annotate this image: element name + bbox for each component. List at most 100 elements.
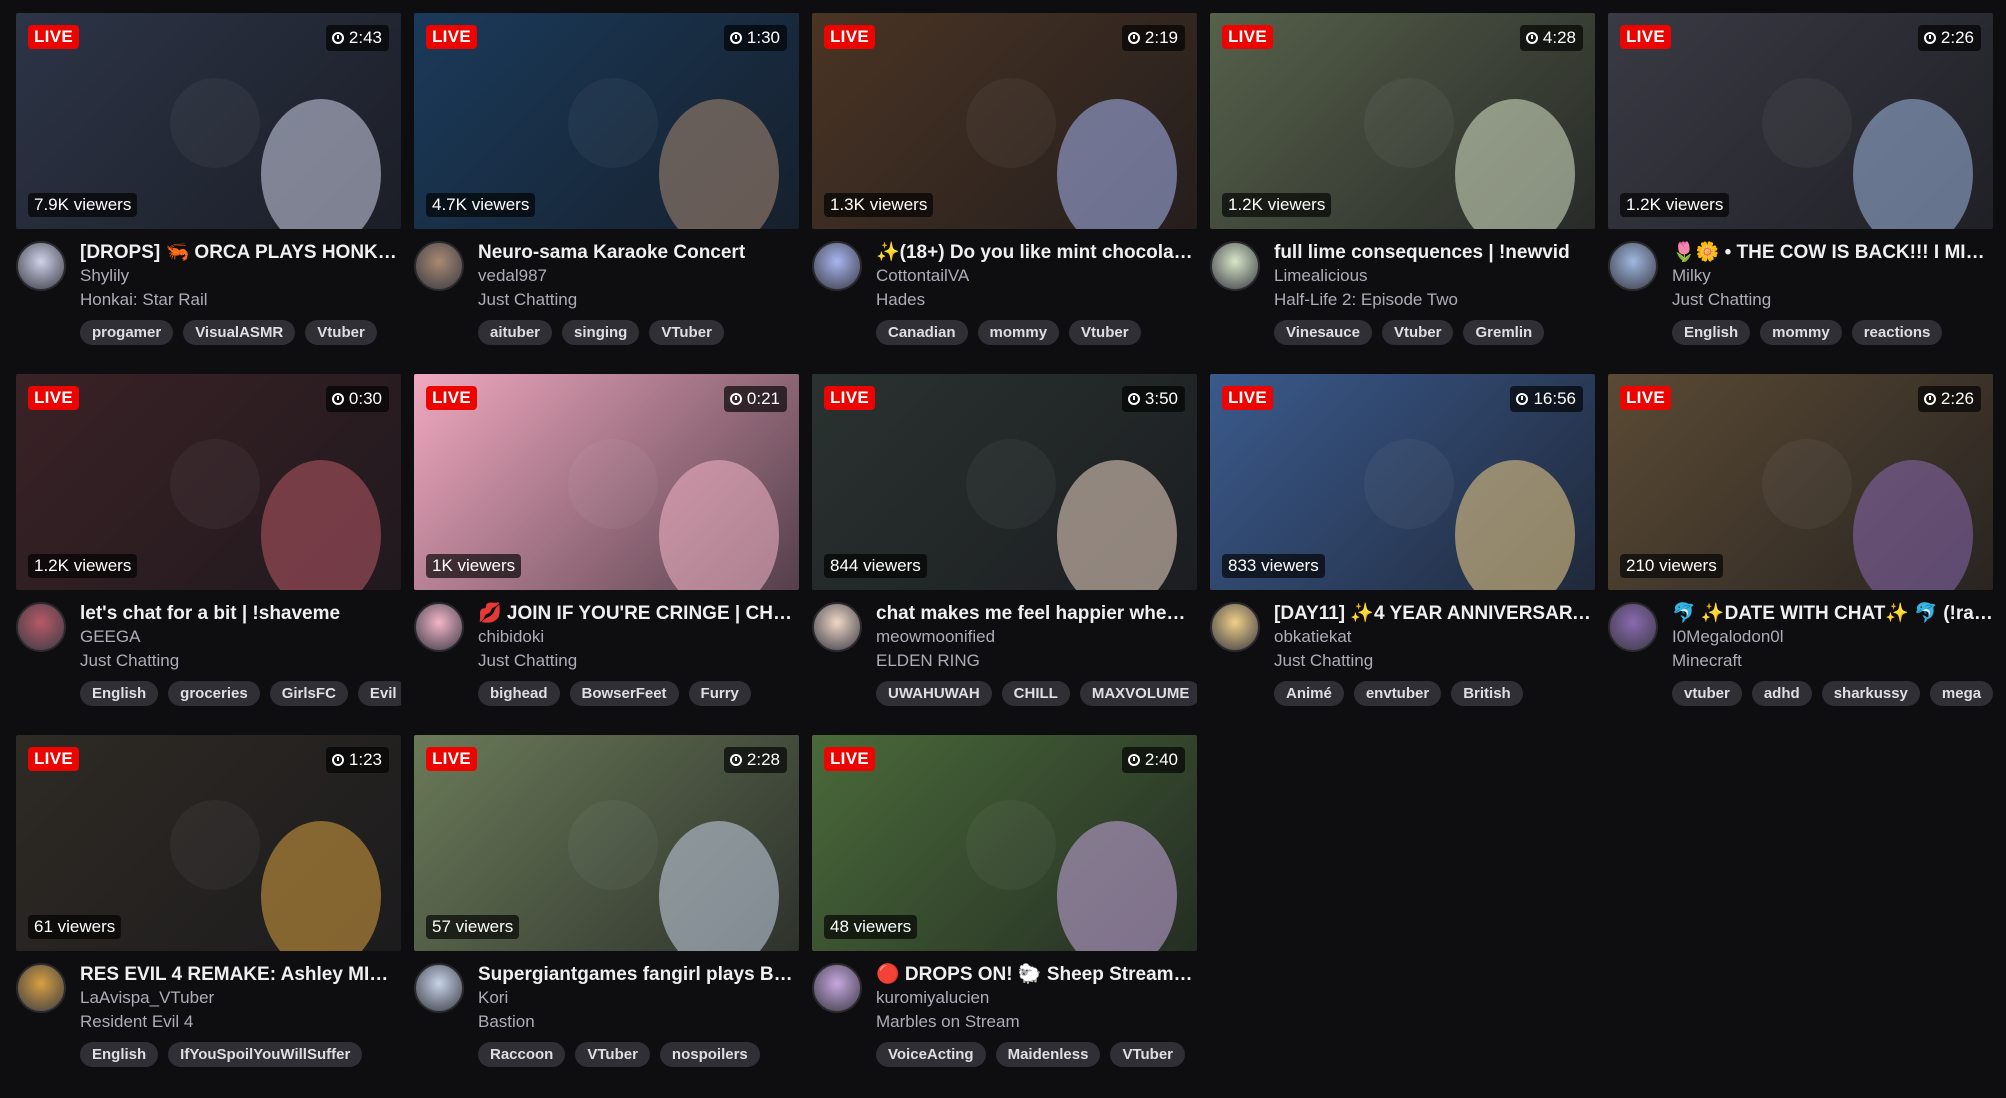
stream-thumbnail[interactable]: LIVE 0:21 1K viewers <box>414 374 799 590</box>
tag-chip[interactable]: mommy <box>1760 320 1842 345</box>
stream-card[interactable]: LIVE 2:26 1.2K viewers 🌷🌼 • THE COW IS B… <box>1608 13 1993 345</box>
tag-chip[interactable]: bighead <box>478 681 560 706</box>
game-name[interactable]: Just Chatting <box>478 650 799 672</box>
channel-name[interactable]: Shylily <box>80 265 401 287</box>
tag-chip[interactable]: progamer <box>80 320 174 345</box>
stream-card[interactable]: LIVE 0:21 1K viewers 💋 JOIN IF YOU'RE CR… <box>414 374 799 706</box>
tag-chip[interactable]: nospoilers <box>659 1042 760 1067</box>
channel-avatar[interactable] <box>16 241 66 291</box>
channel-avatar[interactable] <box>1210 241 1260 291</box>
stream-thumbnail[interactable]: LIVE 2:40 48 viewers <box>812 735 1197 951</box>
tag-chip[interactable]: VTuber <box>1110 1042 1186 1067</box>
channel-avatar[interactable] <box>812 963 862 1013</box>
tag-chip[interactable]: reactions <box>1851 320 1943 345</box>
stream-title[interactable]: full lime consequences | !newvid <box>1274 241 1595 264</box>
stream-card[interactable]: LIVE 3:50 844 viewers chat makes me feel… <box>812 374 1197 706</box>
stream-thumbnail[interactable]: LIVE 2:26 1.2K viewers <box>1608 13 1993 229</box>
channel-name[interactable]: meowmoonified <box>876 626 1197 648</box>
game-name[interactable]: Just Chatting <box>1274 650 1595 672</box>
tag-chip[interactable]: VTuber <box>575 1042 650 1067</box>
game-name[interactable]: Resident Evil 4 <box>80 1011 401 1033</box>
stream-thumbnail[interactable]: LIVE 2:26 210 viewers <box>1608 374 1993 590</box>
tag-chip[interactable]: mega <box>1929 681 1993 706</box>
tag-chip[interactable]: vtuber <box>1672 681 1742 706</box>
channel-avatar[interactable] <box>1210 602 1260 652</box>
tag-chip[interactable]: Canadian <box>876 320 968 345</box>
tag-chip[interactable]: British <box>1451 681 1523 706</box>
stream-card[interactable]: LIVE 2:43 7.9K viewers [DROPS] 🦐 ORCA PL… <box>16 13 401 345</box>
channel-avatar[interactable] <box>1608 602 1658 652</box>
game-name[interactable]: ELDEN RING <box>876 650 1197 672</box>
channel-name[interactable]: Milky <box>1672 265 1993 287</box>
stream-card[interactable]: LIVE 2:19 1.3K viewers ✨(18+) Do you lik… <box>812 13 1197 345</box>
stream-title[interactable]: Neuro-sama Karaoke Concert <box>478 241 799 264</box>
game-name[interactable]: Marbles on Stream <box>876 1011 1197 1033</box>
stream-thumbnail[interactable]: LIVE 16:56 833 viewers <box>1210 374 1595 590</box>
stream-title[interactable]: [DAY11] ✨4 YEAR ANNIVERSARY ✨ SUBATHON <box>1274 602 1595 625</box>
game-name[interactable]: Minecraft <box>1672 650 1993 672</box>
tag-chip[interactable]: GirlsFC <box>269 681 348 706</box>
tag-chip[interactable]: aituber <box>478 320 553 345</box>
stream-thumbnail[interactable]: LIVE 2:43 7.9K viewers <box>16 13 401 229</box>
game-name[interactable]: Honkai: Star Rail <box>80 289 401 311</box>
stream-title[interactable]: 🐬 ✨DATE WITH CHAT✨ 🐬 (!rave) ... <box>1672 602 1993 625</box>
tag-chip[interactable]: Vinesauce <box>1274 320 1372 345</box>
stream-title[interactable]: let's chat for a bit | !shaveme <box>80 602 401 625</box>
stream-title[interactable]: ✨(18+) Do you like mint chocolate ice cr… <box>876 241 1197 264</box>
stream-title[interactable]: RES EVIL 4 REMAKE: Ashley MIGHT DIE <box>80 963 401 986</box>
tag-chip[interactable]: UWAHUWAH <box>876 681 992 706</box>
channel-avatar[interactable] <box>1608 241 1658 291</box>
stream-card[interactable]: LIVE 1:30 4.7K viewers Neuro-sama Karaok… <box>414 13 799 345</box>
tag-chip[interactable]: adhd <box>1751 681 1812 706</box>
channel-avatar[interactable] <box>812 602 862 652</box>
tag-chip[interactable]: Vtuber <box>305 320 377 345</box>
game-name[interactable]: Just Chatting <box>80 650 401 672</box>
channel-name[interactable]: CottontailVA <box>876 265 1197 287</box>
game-name[interactable]: Bastion <box>478 1011 799 1033</box>
game-name[interactable]: Just Chatting <box>478 289 799 311</box>
tag-chip[interactable]: English <box>80 681 159 706</box>
game-name[interactable]: Half-Life 2: Episode Two <box>1274 289 1595 311</box>
channel-name[interactable]: vedal987 <box>478 265 799 287</box>
channel-name[interactable]: Kori <box>478 987 799 1009</box>
tag-chip[interactable]: Vtuber <box>1069 320 1141 345</box>
tag-chip[interactable]: IfYouSpoilYouWillSuffer <box>168 1042 363 1067</box>
stream-thumbnail[interactable]: LIVE 3:50 844 viewers <box>812 374 1197 590</box>
stream-card[interactable]: LIVE 16:56 833 viewers [DAY11] ✨4 YEAR A… <box>1210 374 1595 706</box>
stream-thumbnail[interactable]: LIVE 1:23 61 viewers <box>16 735 401 951</box>
stream-card[interactable]: LIVE 2:28 57 viewers Supergiantgames fan… <box>414 735 799 1067</box>
stream-card[interactable]: LIVE 0:30 1.2K viewers let's chat for a … <box>16 374 401 706</box>
stream-title[interactable]: 🌷🌼 • THE COW IS BACK!!! I MISSED YOU <box>1672 241 1993 264</box>
channel-name[interactable]: chibidoki <box>478 626 799 648</box>
channel-name[interactable]: Limealicious <box>1274 265 1595 287</box>
channel-name[interactable]: GEEGA <box>80 626 401 648</box>
tag-chip[interactable]: mommy <box>977 320 1060 345</box>
tag-chip[interactable]: singing <box>562 320 640 345</box>
tag-chip[interactable]: English <box>1672 320 1751 345</box>
channel-name[interactable]: kuromiyalucien <box>876 987 1197 1009</box>
channel-avatar[interactable] <box>16 963 66 1013</box>
game-name[interactable]: Hades <box>876 289 1197 311</box>
stream-title[interactable]: 🔴 DROPS ON! 🐑 Sheep Streamer Marbles <box>876 963 1197 986</box>
tag-chip[interactable]: MAXVOLUME <box>1079 681 1197 706</box>
tag-chip[interactable]: BowserFeet <box>569 681 679 706</box>
channel-avatar[interactable] <box>414 602 464 652</box>
stream-title[interactable]: 💋 JOIN IF YOU'RE CRINGE | CHAOS TIME <box>478 602 799 625</box>
stream-card[interactable]: LIVE 2:40 48 viewers 🔴 DROPS ON! 🐑 Sheep… <box>812 735 1197 1067</box>
channel-avatar[interactable] <box>16 602 66 652</box>
tag-chip[interactable]: Raccoon <box>478 1042 566 1067</box>
tag-chip[interactable]: CHILL <box>1001 681 1070 706</box>
tag-chip[interactable]: sharkussy <box>1821 681 1920 706</box>
channel-name[interactable]: I0Megalodon0l <box>1672 626 1993 648</box>
tag-chip[interactable]: Vtuber <box>1381 320 1454 345</box>
stream-thumbnail[interactable]: LIVE 4:28 1.2K viewers <box>1210 13 1595 229</box>
stream-thumbnail[interactable]: LIVE 2:28 57 viewers <box>414 735 799 951</box>
stream-card[interactable]: LIVE 2:26 210 viewers 🐬 ✨DATE WITH CHAT✨… <box>1608 374 1993 706</box>
tag-chip[interactable]: Gremlin <box>1463 320 1545 345</box>
channel-avatar[interactable] <box>414 963 464 1013</box>
stream-card[interactable]: LIVE 4:28 1.2K viewers full lime consequ… <box>1210 13 1595 345</box>
stream-title[interactable]: [DROPS] 🦐 ORCA PLAYS HONKAI: STAR RAIL <box>80 241 401 264</box>
stream-thumbnail[interactable]: LIVE 2:19 1.3K viewers <box>812 13 1197 229</box>
tag-chip[interactable]: groceries <box>168 681 260 706</box>
tag-chip[interactable]: Furry <box>688 681 751 706</box>
